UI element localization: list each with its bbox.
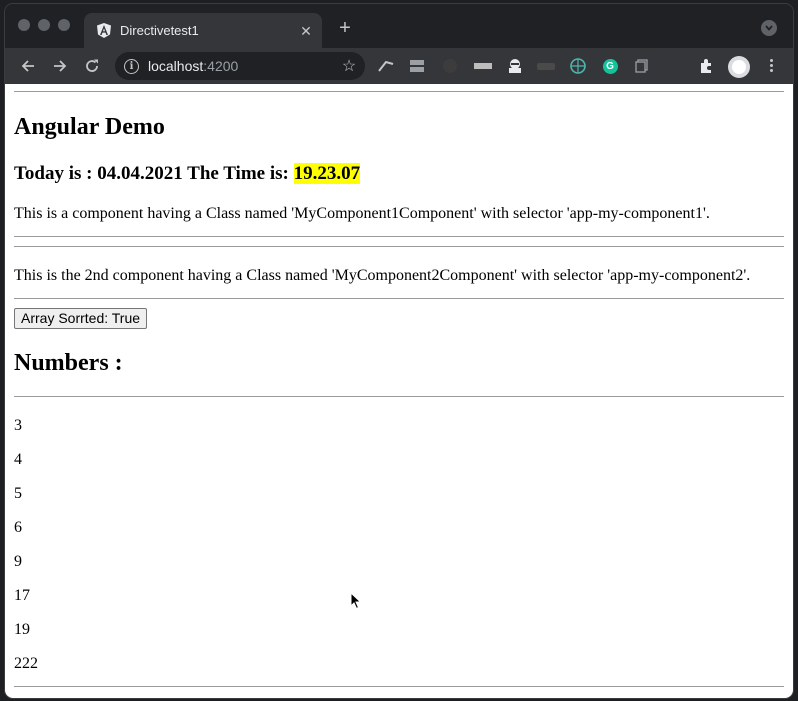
bookmark-star-icon[interactable]: ☆ [341, 56, 357, 76]
list-item: 9 [14, 553, 22, 570]
time-value: 19.23.07 [293, 163, 361, 184]
list-item: 3 [14, 417, 22, 434]
browser-tab[interactable]: Directivetest1 ✕ [84, 13, 322, 48]
extension-ip-loc-icon[interactable] [408, 58, 426, 74]
browser-toolbar: i localhost:4200 ☆ G [5, 48, 793, 84]
back-arrow-icon[interactable] [18, 56, 38, 76]
url-text: localhost:4200 [148, 58, 239, 74]
copy-extension-icon[interactable] [634, 58, 650, 74]
extension-ip-icon[interactable] [473, 58, 493, 74]
tab-strip: Directivetest1 ✕ + [5, 4, 793, 48]
array-sorted-button[interactable]: Array Sorrted: True [14, 308, 148, 329]
site-info-icon[interactable]: i [124, 58, 139, 74]
reload-icon[interactable] [82, 56, 102, 76]
date-time-heading: Today is : 04.04.2021 The Time is: 19.23… [14, 163, 361, 184]
list-item: 6 [14, 519, 22, 536]
forward-arrow-icon[interactable] [50, 56, 70, 76]
tab-search-icon[interactable] [761, 20, 777, 36]
mouse-cursor-icon [350, 592, 362, 610]
window-zoom-button[interactable] [58, 19, 70, 31]
list-item: 4 [14, 451, 22, 468]
divider [14, 91, 784, 92]
grammarly-icon[interactable]: G [602, 58, 618, 74]
window-minimize-button[interactable] [38, 19, 50, 31]
divider [14, 686, 784, 687]
window-close-button[interactable] [18, 19, 30, 31]
tab-close-icon[interactable]: ✕ [298, 23, 314, 39]
component2-text: This is the 2nd component having a Class… [14, 267, 751, 284]
extensions-puzzle-icon[interactable] [698, 58, 714, 74]
extension-ninja-icon[interactable] [506, 58, 524, 74]
browser-window: Directivetest1 ✕ + i localhost:4200 ☆ G … [5, 4, 793, 698]
list-item: 5 [14, 485, 22, 502]
extension-1-icon[interactable] [377, 58, 395, 74]
browser-menu-icon[interactable] [765, 57, 777, 75]
page-viewport: Angular Demo Today is : 04.04.2021 The T… [5, 84, 793, 698]
angular-icon [96, 23, 112, 39]
page-heading: Angular Demo [14, 114, 165, 140]
divider [14, 298, 784, 299]
extension-6-icon[interactable] [536, 58, 556, 74]
address-bar[interactable]: i localhost:4200 ☆ [115, 52, 365, 80]
divider [14, 236, 784, 237]
component1-text: This is a component having a Class named… [14, 205, 710, 222]
extension-3-icon[interactable] [442, 58, 458, 74]
new-tab-icon[interactable]: + [335, 18, 355, 38]
list-item: 17 [14, 587, 30, 604]
extension-web-icon[interactable] [570, 58, 586, 74]
list-item: 222 [14, 655, 38, 672]
numbers-heading: Numbers : [14, 350, 123, 376]
list-item: 19 [14, 621, 30, 638]
divider [14, 396, 784, 397]
profile-avatar[interactable] [728, 56, 750, 78]
tab-title: Directivetest1 [120, 23, 199, 38]
divider [14, 246, 784, 247]
